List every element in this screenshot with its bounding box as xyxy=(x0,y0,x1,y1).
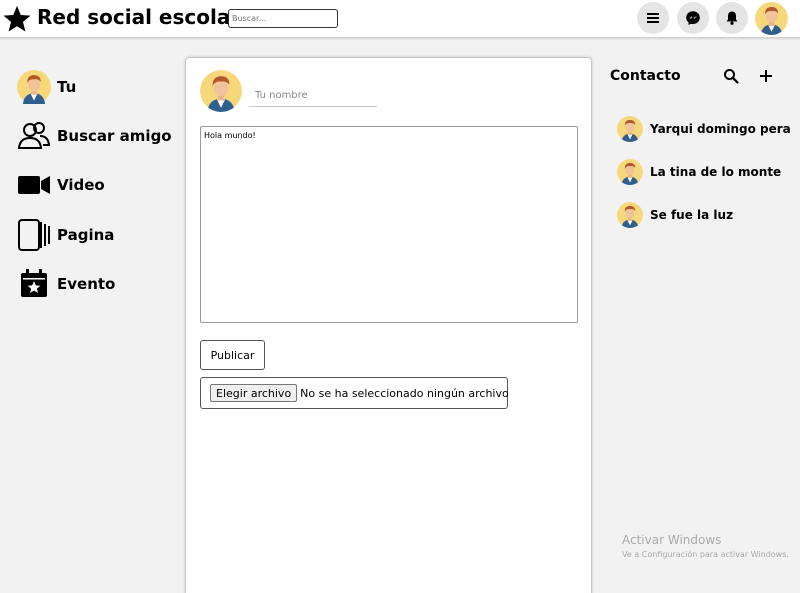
contact-item[interactable]: Se fue la luz xyxy=(617,202,733,228)
calendar-icon xyxy=(21,269,47,297)
profile-avatar[interactable] xyxy=(755,2,788,35)
messenger-icon xyxy=(686,11,700,25)
avatar-icon xyxy=(617,202,643,228)
activation-watermark-text: Ve a Configuración para activar Windows. xyxy=(622,550,789,559)
app-title: Red social escolar xyxy=(37,5,241,29)
sidebar-item-label: Video xyxy=(57,176,105,194)
star-icon xyxy=(3,5,31,32)
contact-avatar xyxy=(617,116,643,142)
avatar-icon xyxy=(755,2,788,35)
contacts-title: Contacto xyxy=(610,68,681,84)
choose-file-button[interactable]: Elegir archivo xyxy=(210,384,298,402)
file-input[interactable]: Elegir archivo No se ha seleccionado nin… xyxy=(200,377,509,409)
contact-item[interactable]: Yarqui domingo pera xyxy=(617,116,791,142)
avatar-icon xyxy=(617,159,643,185)
sidebar-item-buscar-amigo[interactable]: Buscar amigo xyxy=(17,119,172,153)
contact-name: Se fue la luz xyxy=(650,208,734,222)
add-icon[interactable] xyxy=(758,68,774,84)
user-avatar xyxy=(17,70,51,104)
contact-name: Yarqui domingo pera xyxy=(650,122,791,136)
avatar-icon xyxy=(617,116,643,142)
contact-avatar xyxy=(617,202,643,228)
activation-watermark-title: Activar Windows xyxy=(622,533,722,547)
sidebar-item-label: Tu xyxy=(57,78,77,96)
bell-icon xyxy=(726,11,738,25)
avatar-icon xyxy=(17,70,51,104)
menu-button[interactable] xyxy=(637,2,669,34)
post-composer: Hola mundo! Publicar Elegir archivo No s… xyxy=(185,57,592,593)
sidebar-item-video[interactable]: Video xyxy=(17,168,105,202)
sidebar-item-label: Buscar amigo xyxy=(57,127,172,145)
sidebar-item-evento[interactable]: Evento xyxy=(17,267,115,301)
sidebar-item-label: Pagina xyxy=(57,226,115,244)
contact-avatar xyxy=(617,159,643,185)
notifications-button[interactable] xyxy=(716,2,748,34)
pages-icon xyxy=(18,219,50,251)
sidebar-item-label: Evento xyxy=(57,275,116,293)
search-icon[interactable] xyxy=(723,68,739,84)
name-input[interactable] xyxy=(249,85,377,107)
search-input[interactable] xyxy=(228,9,338,28)
composer-avatar xyxy=(200,70,242,112)
file-status: No se ha seleccionado ningún archivo xyxy=(300,386,509,400)
menu-icon xyxy=(647,13,659,23)
video-icon xyxy=(18,176,50,194)
contact-name: La tina de lo monte xyxy=(650,165,782,179)
post-textarea[interactable]: Hola mundo! xyxy=(200,126,578,323)
sidebar-item-tu[interactable]: Tu xyxy=(17,70,76,104)
contact-item[interactable]: La tina de lo monte xyxy=(617,159,781,185)
messenger-button[interactable] xyxy=(677,2,709,34)
sidebar-item-pagina[interactable]: Pagina xyxy=(17,218,114,252)
users-icon xyxy=(17,122,51,149)
avatar-icon xyxy=(200,70,242,112)
publish-button[interactable]: Publicar xyxy=(200,340,265,370)
top-header: Red social escolar xyxy=(0,0,800,38)
